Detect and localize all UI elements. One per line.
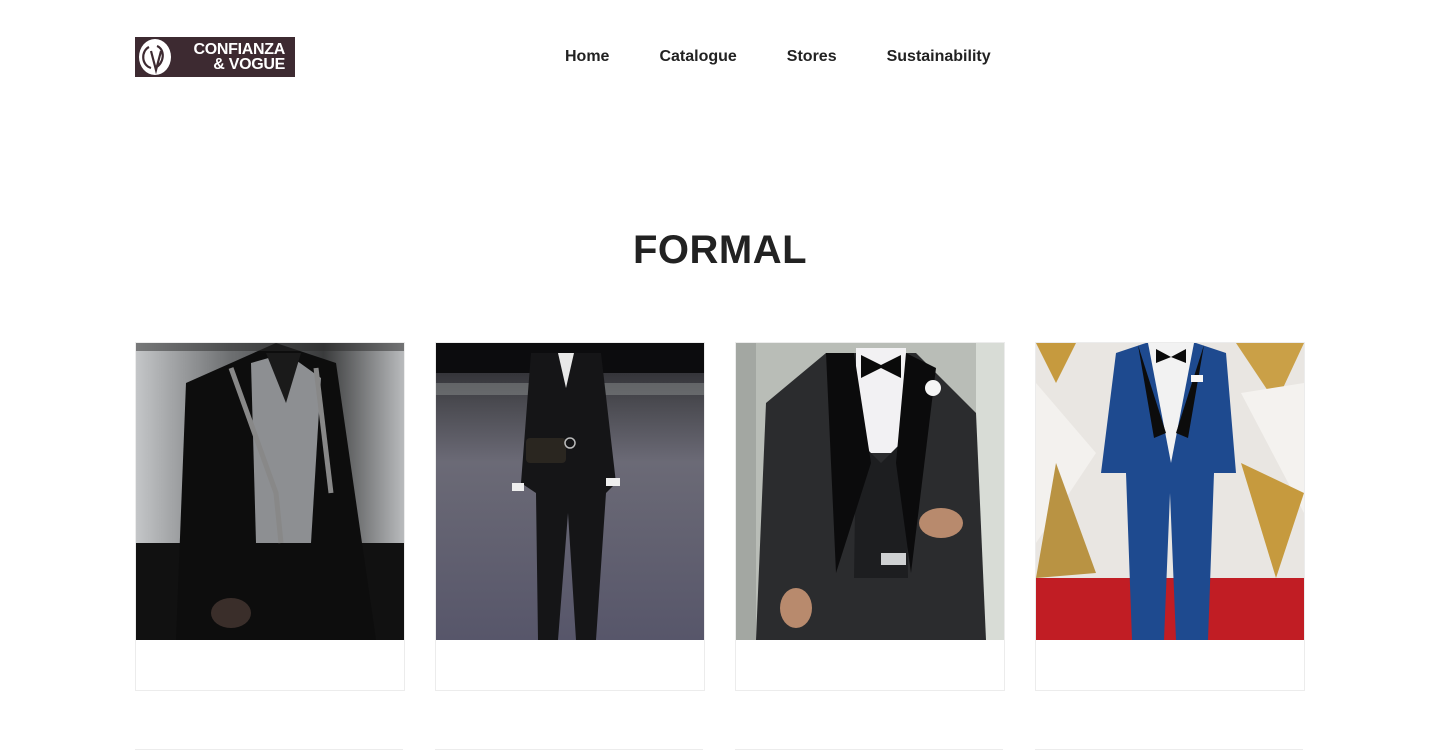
product-caption <box>136 640 404 690</box>
nav-link-sustainability[interactable]: Sustainability <box>887 47 991 67</box>
product-image[interactable] <box>136 343 404 640</box>
product-caption <box>1036 640 1304 690</box>
logo-line-2: & VOGUE <box>213 56 285 73</box>
logo-line-1: CONFIANZA <box>193 41 285 58</box>
product-card[interactable] <box>435 342 705 691</box>
nav-link-home[interactable]: Home <box>565 47 609 67</box>
product-image[interactable] <box>1036 343 1304 640</box>
nav-link-stores[interactable]: Stores <box>787 47 837 67</box>
product-card[interactable] <box>135 342 405 691</box>
brand-logo[interactable]: CONFIANZA & VOGUE <box>135 37 295 77</box>
section-title: FORMAL <box>632 228 808 272</box>
main-nav: Home Catalogue Stores Sustainability <box>565 47 991 67</box>
logo-wordmark: CONFIANZA & VOGUE <box>175 41 285 73</box>
product-card[interactable] <box>735 342 1005 691</box>
logo-monogram-icon <box>135 37 175 77</box>
product-card[interactable] <box>1035 342 1305 691</box>
product-caption <box>436 640 704 690</box>
nav-link-catalogue[interactable]: Catalogue <box>659 47 736 67</box>
product-image[interactable] <box>736 343 1004 640</box>
page: CONFIANZA & VOGUE Home Catalogue Stores … <box>0 0 1440 752</box>
product-caption <box>736 640 1004 690</box>
product-image[interactable] <box>436 343 704 640</box>
